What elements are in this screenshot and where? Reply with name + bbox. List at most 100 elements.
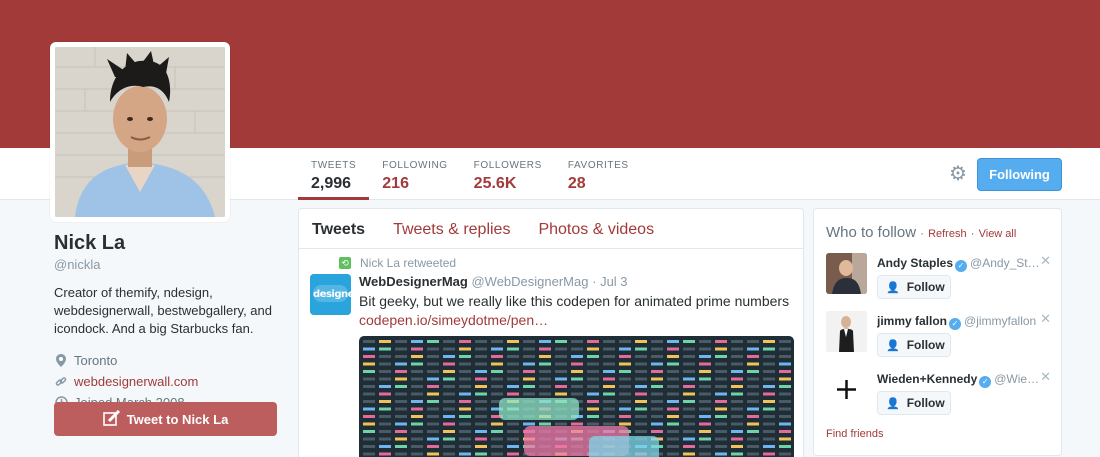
stat-label: FAVORITES (567, 160, 629, 171)
suggestion-avatar[interactable] (826, 253, 867, 294)
media-texture-cell (555, 347, 567, 351)
dismiss-icon[interactable]: ✕ (1040, 311, 1051, 327)
follow-button[interactable]: 👤 Follow (877, 275, 951, 299)
who-to-follow-panel: Who to follow · Refresh · View all Andy … (813, 208, 1062, 456)
media-texture-cell (491, 422, 503, 426)
media-texture-cell (635, 362, 647, 366)
tweet-date[interactable]: Jul 3 (600, 274, 627, 289)
media-texture-cell (747, 347, 759, 351)
media-texture-cell (363, 340, 375, 343)
media-texture-cell (491, 377, 503, 381)
find-friends-link[interactable]: Find friends (826, 428, 883, 440)
media-texture-cell (763, 362, 775, 366)
follow-button[interactable]: 👤 Follow (877, 391, 951, 415)
media-texture-cell (619, 377, 631, 381)
website-link[interactable]: webdesignerwall.com (74, 374, 198, 389)
follow-button[interactable]: 👤 Follow (877, 333, 951, 357)
media-texture-cell (411, 340, 423, 343)
stat-tweets[interactable]: TWEETS 2,996 (298, 148, 370, 200)
tweet-author-name[interactable]: WebDesignerMag (359, 274, 468, 289)
media-texture-cell (731, 445, 743, 448)
tab-photos-videos[interactable]: Photos & videos (538, 209, 654, 248)
media-texture-cell (507, 355, 519, 358)
retweeted-by-text[interactable]: Nick La retweeted (360, 256, 456, 270)
suggestion-avatar[interactable] (826, 311, 867, 352)
media-texture-cell (443, 392, 455, 396)
suggestion-display-name[interactable]: Wieden+Kennedy (877, 372, 977, 386)
profile-handle[interactable]: @nickla (54, 257, 280, 272)
stat-value: 2,996 (311, 175, 352, 192)
media-texture-cell (683, 452, 695, 456)
header-separator: · (920, 228, 924, 240)
media-texture-cell (667, 370, 679, 373)
media-texture-cell (475, 437, 487, 441)
suggestion-handle[interactable]: @jimmyfallon (964, 314, 1036, 328)
media-texture-cell (699, 445, 711, 448)
profile-website: webdesignerwall.com (54, 371, 280, 392)
media-texture-cell (683, 347, 695, 351)
following-button[interactable]: Following (977, 158, 1062, 191)
media-texture-cell (731, 370, 743, 373)
media-texture-cell (427, 430, 439, 433)
media-texture-cell (411, 445, 423, 448)
media-texture-cell (411, 415, 423, 418)
suggestion-handle[interactable]: @Andy_St… (970, 256, 1040, 270)
tweet-link[interactable]: codepen.io/simeydotme/pen… (359, 311, 799, 330)
tweet-header: WebDesignerMag @WebDesignerMag · Jul 3 (359, 274, 628, 289)
profile-avatar[interactable] (50, 42, 230, 222)
media-texture-cell (651, 392, 663, 396)
media-texture-cell (459, 452, 471, 456)
media-texture-cell (539, 362, 551, 366)
media-texture-cell (475, 362, 487, 366)
media-texture-cell (475, 400, 487, 403)
media-texture-cell (779, 340, 791, 343)
media-texture-cell (507, 452, 519, 456)
refresh-link[interactable]: Refresh (928, 228, 967, 240)
suggestion-display-name[interactable]: Andy Staples (877, 256, 953, 270)
media-texture-cell (635, 340, 647, 343)
media-texture-cell (635, 392, 647, 396)
stat-followers[interactable]: FOLLOWERS 25.6K (461, 148, 555, 200)
media-texture-cell (571, 355, 583, 358)
media-texture-cell (427, 340, 439, 343)
media-texture-cell (747, 355, 759, 358)
media-texture-cell (651, 430, 663, 433)
header-separator: · (970, 228, 975, 240)
media-texture-cell (539, 422, 551, 426)
media-texture-cell (363, 422, 375, 426)
follow-label: Follow (906, 338, 945, 352)
media-texture-cell (411, 355, 423, 358)
tweet-author-avatar[interactable]: designer (310, 274, 351, 315)
media-texture-cell (379, 355, 391, 358)
suggestion-handle[interactable]: @Wie… (994, 372, 1039, 386)
dismiss-icon[interactable]: ✕ (1040, 369, 1051, 385)
media-texture-cell (459, 377, 471, 381)
profile-name[interactable]: Nick La (54, 232, 280, 255)
stat-favorites[interactable]: FAVORITES 28 (555, 148, 642, 200)
media-texture-cell (587, 415, 599, 418)
tweet-media-image[interactable] (359, 336, 794, 457)
view-all-link[interactable]: View all (979, 228, 1017, 240)
dismiss-icon[interactable]: ✕ (1040, 253, 1051, 269)
media-texture-cell (603, 370, 615, 373)
tweet-author-handle[interactable]: @WebDesignerMag (471, 274, 588, 289)
tab-tweets-replies[interactable]: Tweets & replies (393, 209, 510, 248)
media-texture-cell (491, 392, 503, 396)
media-texture-cell (443, 340, 455, 343)
media-texture-cell (427, 400, 439, 403)
verified-badge-icon: ✓ (949, 318, 962, 330)
media-texture-cell (763, 340, 775, 343)
suggestion-display-name[interactable]: jimmy fallon (877, 314, 947, 328)
media-texture-cell (475, 407, 487, 411)
follow-label: Follow (906, 280, 945, 294)
media-texture-cell (747, 370, 759, 373)
media-texture-cell (635, 370, 647, 373)
tab-tweets[interactable]: Tweets (312, 209, 365, 248)
stat-following[interactable]: FOLLOWING 216 (369, 148, 460, 200)
media-texture-cell (747, 400, 759, 403)
gear-icon[interactable]: ⚙ (947, 163, 969, 185)
media-texture-cell (555, 385, 567, 388)
suggestion-avatar[interactable] (826, 369, 867, 410)
tweet-to-button[interactable]: Tweet to Nick La (54, 402, 277, 436)
compose-icon (102, 409, 127, 429)
